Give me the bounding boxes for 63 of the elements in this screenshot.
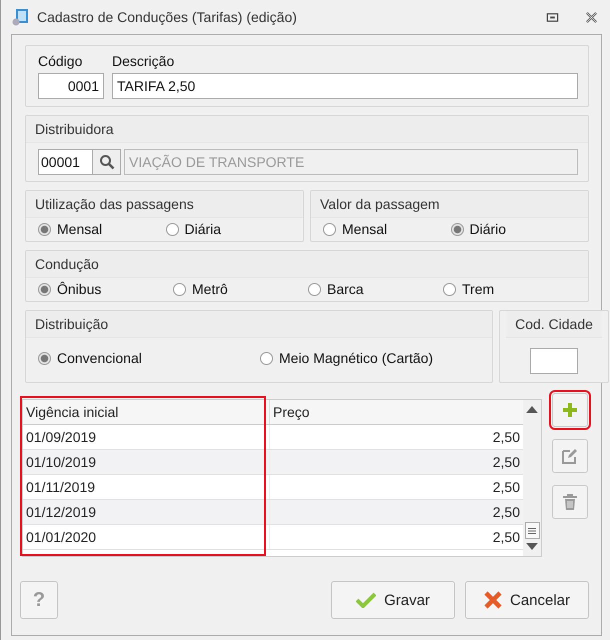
- table-cell-text: 2,50: [492, 503, 521, 522]
- radio-button[interactable]: [323, 222, 336, 236]
- column-header[interactable]: Preço: [270, 400, 523, 424]
- cancel-button[interactable]: Cancelar: [465, 581, 589, 619]
- radio-option[interactable]: Mensal: [38, 221, 166, 237]
- radio-option[interactable]: Mensal: [323, 221, 450, 237]
- city-code-field[interactable]: [530, 348, 578, 374]
- group-title: Condução: [26, 251, 588, 278]
- radio-option[interactable]: Barca: [308, 281, 443, 297]
- radio-option[interactable]: Diária: [166, 221, 293, 237]
- table-cell: 01/11/2019: [23, 475, 270, 499]
- search-icon: [98, 154, 114, 170]
- column-header[interactable]: Vigência inicial: [23, 400, 270, 424]
- table-cell: 01/12/2019: [23, 500, 270, 524]
- grip-icon[interactable]: [528, 528, 536, 534]
- scroll-down-icon[interactable]: [526, 543, 538, 550]
- window-title: Cadastro de Conduções (Tarifas) (edição): [37, 9, 298, 25]
- radio-button[interactable]: [173, 282, 186, 296]
- code-label: Código: [38, 53, 84, 69]
- close-icon[interactable]: [585, 10, 598, 24]
- table-cell-text: 2,50: [492, 528, 521, 547]
- radio-option[interactable]: Ônibus: [38, 281, 173, 297]
- radio-button[interactable]: [308, 282, 321, 296]
- group-title: Distribuição: [26, 311, 492, 338]
- trash-icon: [561, 493, 579, 511]
- group-title: Distribuidora: [26, 116, 588, 143]
- distributor-code-field[interactable]: 00001: [38, 149, 93, 175]
- radio-option[interactable]: Metrô: [173, 281, 308, 297]
- save-button[interactable]: Gravar: [331, 581, 455, 619]
- x-icon: [484, 591, 502, 609]
- radio-button[interactable]: [166, 222, 178, 236]
- add-button[interactable]: [552, 393, 588, 427]
- app-icon: [11, 8, 29, 26]
- table-cell: 01/01/2020: [23, 525, 270, 549]
- radio-button[interactable]: [38, 222, 51, 236]
- delete-button[interactable]: [552, 485, 588, 519]
- table-cell-text: 2,50: [492, 453, 521, 472]
- scroll-up-icon[interactable]: [526, 406, 538, 413]
- table-cell: 01/10/2019: [23, 450, 270, 474]
- restore-icon[interactable]: [546, 10, 559, 24]
- table-cell-text: 2,50: [492, 428, 521, 447]
- radio-button[interactable]: [450, 222, 464, 236]
- description-field[interactable]: TARIFA 2,50: [112, 73, 578, 99]
- code-field[interactable]: 0001: [38, 73, 104, 99]
- radio-button[interactable]: [38, 352, 51, 364]
- group-title: Valor da passagem: [311, 191, 588, 218]
- table-cell: 01/09/2019: [23, 425, 270, 449]
- radio-option[interactable]: Diário: [450, 221, 578, 237]
- check-icon: [356, 592, 376, 608]
- radio-button[interactable]: [260, 352, 273, 364]
- plus-icon: [562, 402, 578, 418]
- scrollbar[interactable]: [523, 400, 541, 556]
- description-label: Descrição: [112, 53, 176, 69]
- radio-option[interactable]: Meio Magnético (Cartão): [260, 350, 482, 366]
- table-cell-text: 2,50: [492, 478, 521, 497]
- radio-button[interactable]: [38, 282, 51, 296]
- radio-button[interactable]: [443, 282, 456, 296]
- radio-option[interactable]: Convencional: [38, 350, 260, 366]
- edit-icon: [561, 447, 579, 465]
- radio-option[interactable]: Trem: [443, 281, 578, 297]
- search-button[interactable]: [93, 149, 121, 175]
- group-title: Utilização das passagens: [26, 191, 303, 218]
- edit-button[interactable]: [552, 439, 588, 473]
